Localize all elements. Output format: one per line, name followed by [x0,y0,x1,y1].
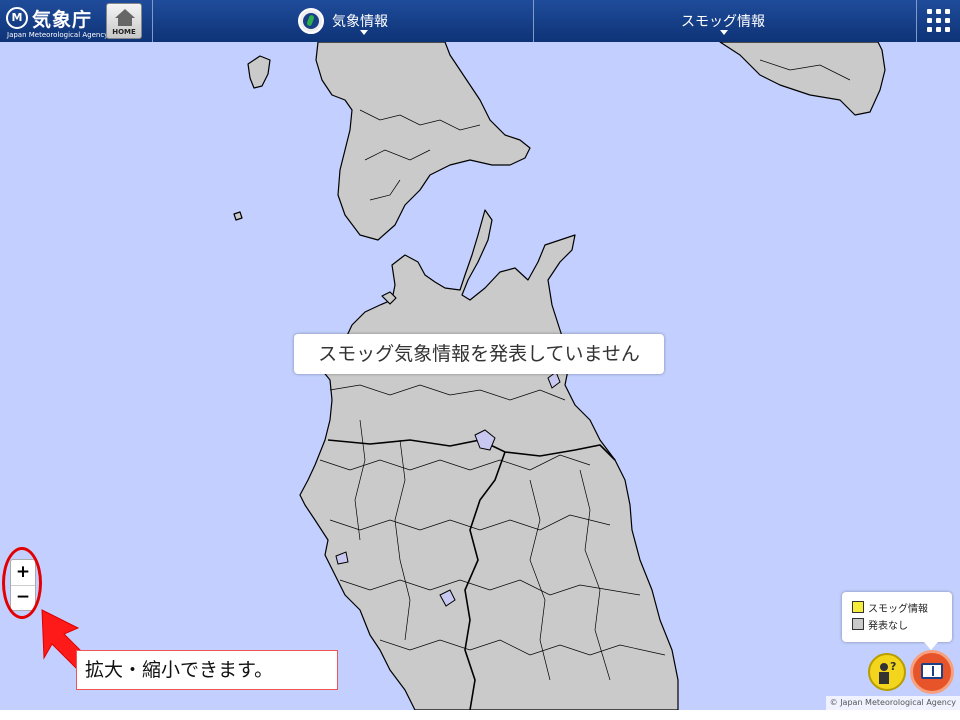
legend-item-none: 発表なし [852,618,908,632]
help-button[interactable]: ? [868,653,906,691]
home-label: HOME [112,28,136,36]
menu-weather-info[interactable]: 気象情報 [153,0,533,42]
info-button[interactable] [910,650,954,694]
info-book-icon [921,663,943,679]
home-button[interactable]: HOME [106,3,142,39]
menu-weather-label: 気象情報 [332,14,388,30]
legend-swatch [852,618,864,630]
home-icon [115,9,135,18]
smog-map[interactable] [0,42,960,710]
zoom-highlight-circle [2,547,42,619]
grid-menu-button[interactable] [918,0,960,42]
smog-notice: スモッグ気象情報を発表していません [294,334,664,374]
chevron-down-icon [720,30,728,35]
legend-item-smog: スモッグ情報 [852,601,928,615]
legend-swatch [852,601,864,613]
logo-subtitle: Japan Meteorological Agency [7,31,109,39]
chevron-down-icon [360,30,368,35]
menu-smog-label: スモッグ情報 [681,14,765,30]
weather-info-icon [298,8,324,34]
app-header: M 気象庁 Japan Meteorological Agency HOME 気… [0,0,960,42]
jma-logo-icon: M [6,7,28,29]
logo-title: 気象庁 [32,9,93,31]
map-attribution: © Japan Meteorological Agency [825,696,960,710]
jma-logo[interactable]: M 気象庁 Japan Meteorological Agency [6,4,108,39]
zoom-callout: 拡大・縮小できます。 [76,650,338,690]
menu-smog-info[interactable]: スモッグ情報 [534,0,916,42]
map-legend: スモッグ情報 発表なし [842,592,952,650]
